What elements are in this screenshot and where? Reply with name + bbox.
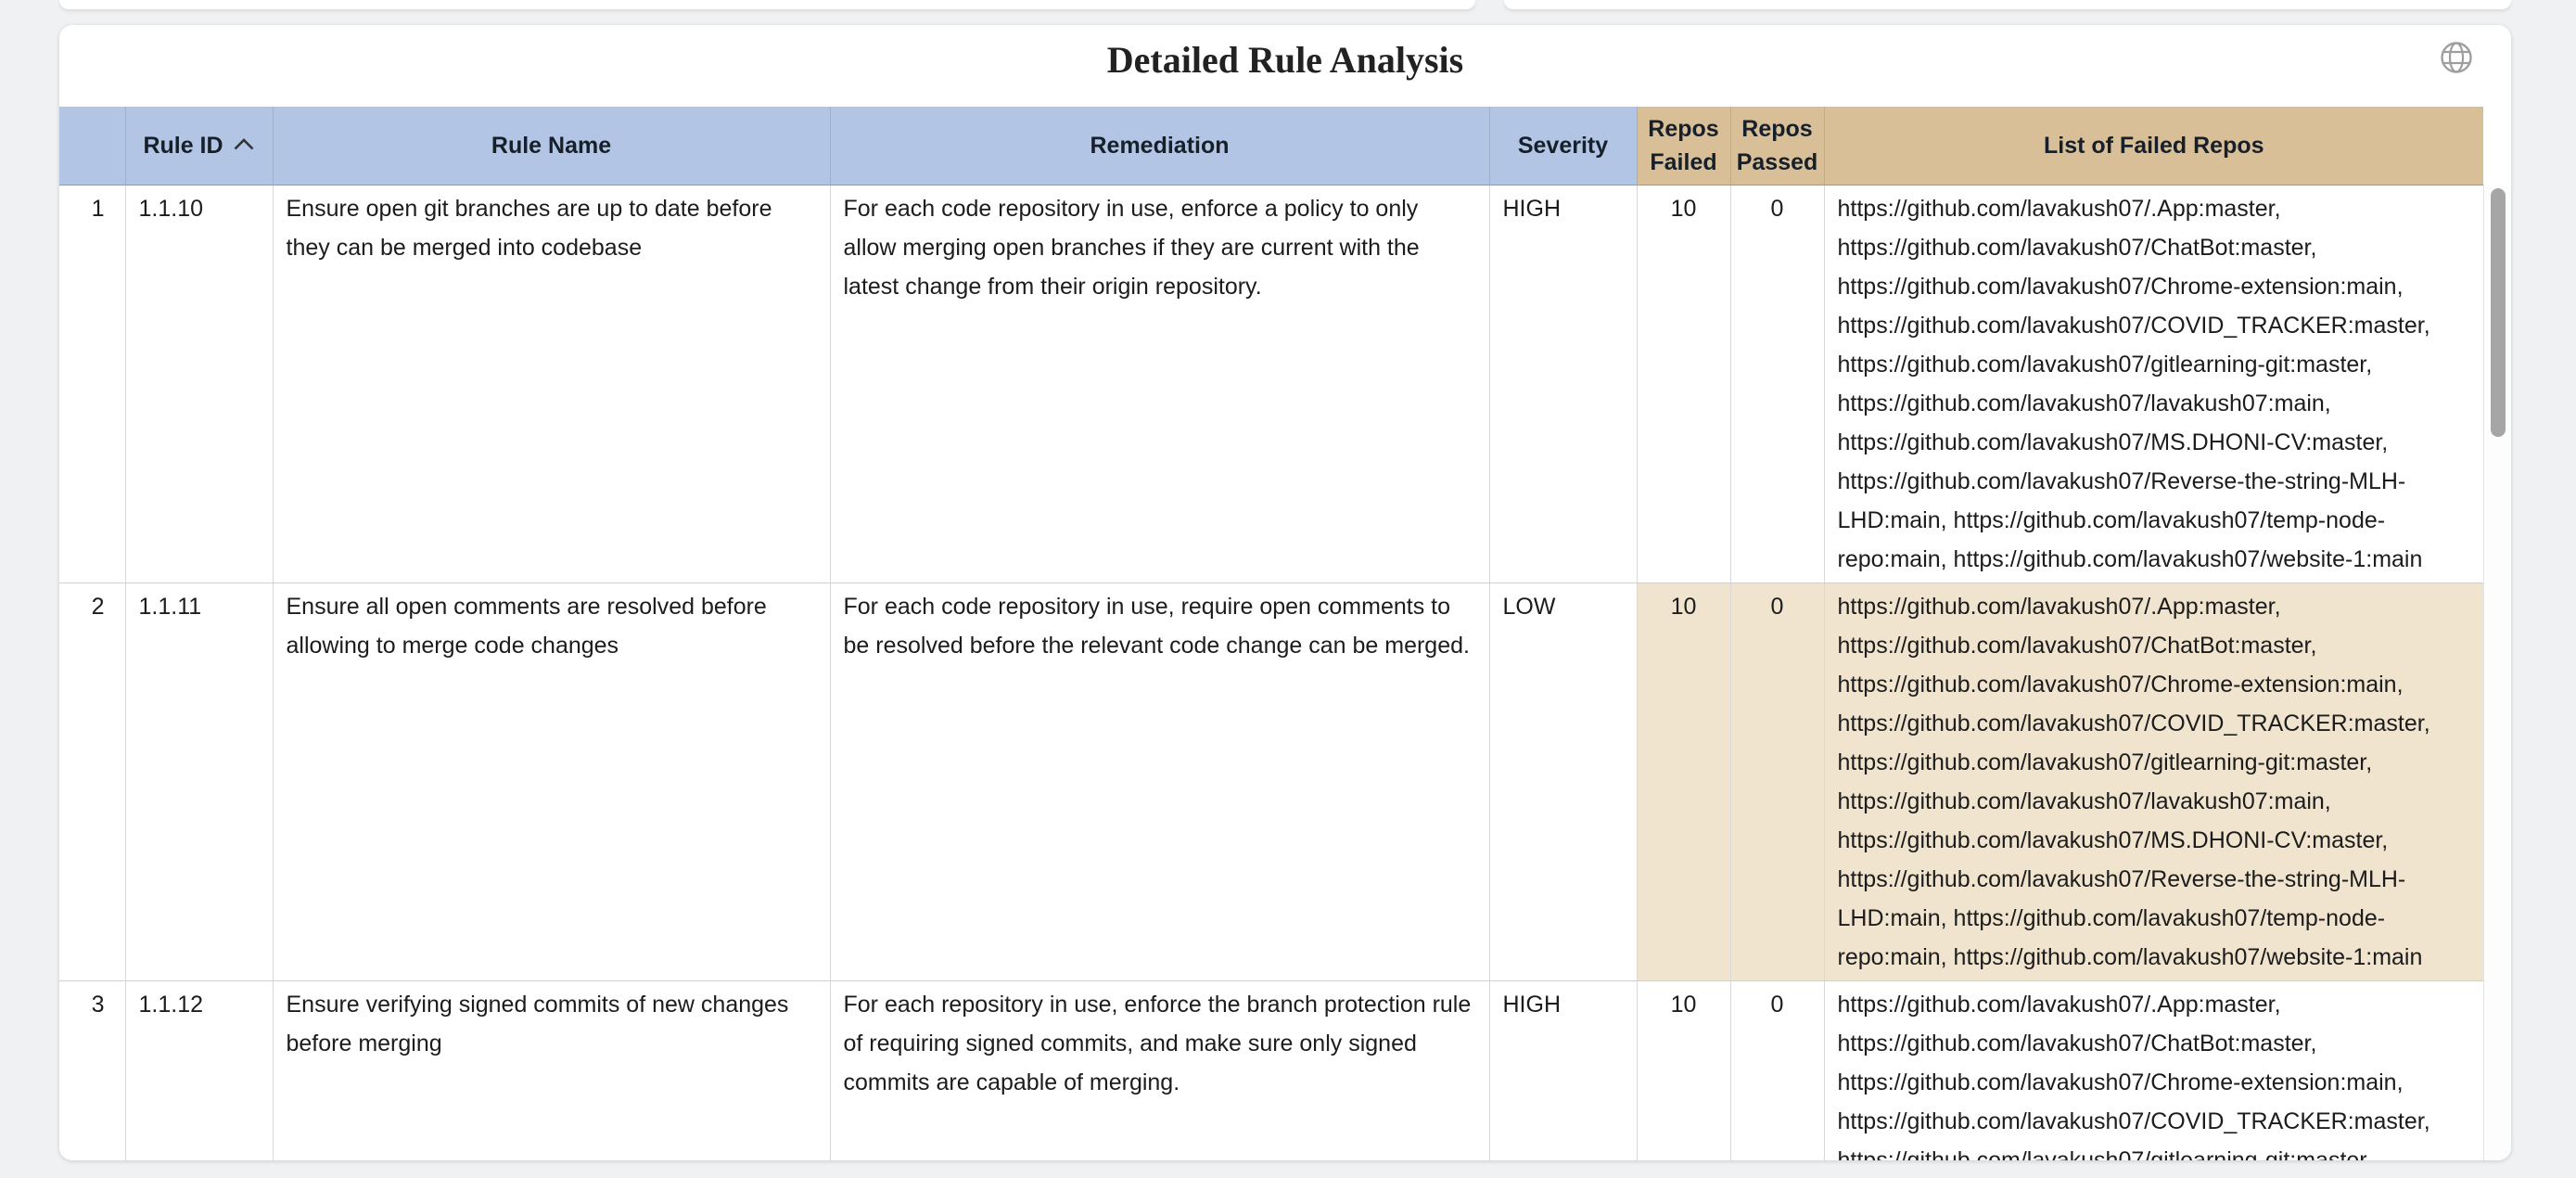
cell-repos-failed: 10 xyxy=(1637,583,1730,980)
globe-icon[interactable] xyxy=(2439,40,2474,75)
cell-repos-failed: 10 xyxy=(1637,185,1730,583)
cell-repos-passed: 0 xyxy=(1730,980,1824,1160)
top-card-left xyxy=(59,0,1475,9)
cell-rule-id: 1.1.12 xyxy=(125,980,273,1160)
column-header-row-num xyxy=(59,107,125,185)
column-header-repos-failed[interactable]: Repos Failed xyxy=(1637,107,1730,185)
cell-remediation: For each code repository in use, require… xyxy=(830,583,1489,980)
cell-rule-name: Ensure open git branches are up to date … xyxy=(273,185,830,583)
column-header-repos-passed[interactable]: Repos Passed xyxy=(1730,107,1824,185)
cell-repos-passed: 0 xyxy=(1730,583,1824,980)
cell-rule-name: Ensure all open comments are resolved be… xyxy=(273,583,830,980)
page-title: Detailed Rule Analysis xyxy=(59,25,2511,82)
cell-row-num: 3 xyxy=(59,980,125,1160)
cell-severity: HIGH xyxy=(1489,185,1637,583)
column-header-rule-id[interactable]: Rule ID xyxy=(125,107,273,185)
table-row: 2 1.1.11 Ensure all open comments are re… xyxy=(59,583,2483,980)
column-header-remediation[interactable]: Remediation xyxy=(830,107,1489,185)
cell-remediation: For each code repository in use, enforce… xyxy=(830,185,1489,583)
column-header-rule-name[interactable]: Rule Name xyxy=(273,107,830,185)
rule-analysis-card: Detailed Rule Analysis Rule ID xyxy=(59,25,2511,1160)
cell-failed-repos-list: https://github.com/lavakush07/.App:maste… xyxy=(1824,185,2483,583)
data-table: Rule ID Rule Name Remediation Severity R… xyxy=(59,107,2484,1160)
table-header-row: Rule ID Rule Name Remediation Severity R… xyxy=(59,107,2483,185)
cell-row-num: 2 xyxy=(59,583,125,980)
table-scrollbar[interactable] xyxy=(2483,185,2511,1160)
cell-severity: HIGH xyxy=(1489,980,1637,1160)
cell-row-num: 1 xyxy=(59,185,125,583)
cell-rule-name: Ensure verifying signed commits of new c… xyxy=(273,980,830,1160)
page: Detailed Rule Analysis Rule ID xyxy=(0,0,2576,1178)
column-header-severity[interactable]: Severity xyxy=(1489,107,1637,185)
scrollbar-thumb[interactable] xyxy=(2491,188,2506,437)
card-header: Detailed Rule Analysis xyxy=(59,25,2511,107)
column-header-failed-repos-list[interactable]: List of Failed Repos xyxy=(1824,107,2483,185)
top-card-right xyxy=(1504,0,2511,9)
cell-rule-id: 1.1.10 xyxy=(125,185,273,583)
sort-ascending-icon xyxy=(233,137,255,151)
cell-severity: LOW xyxy=(1489,583,1637,980)
cell-remediation: For each repository in use, enforce the … xyxy=(830,980,1489,1160)
column-header-label: Rule ID xyxy=(143,133,223,159)
table-row: 1 1.1.10 Ensure open git branches are up… xyxy=(59,185,2483,583)
cell-failed-repos-list: https://github.com/lavakush07/.App:maste… xyxy=(1824,980,2483,1160)
cell-rule-id: 1.1.11 xyxy=(125,583,273,980)
table-row: 3 1.1.12 Ensure verifying signed commits… xyxy=(59,980,2483,1160)
cell-failed-repos-list: https://github.com/lavakush07/.App:maste… xyxy=(1824,583,2483,980)
cell-repos-failed: 10 xyxy=(1637,980,1730,1160)
cell-repos-passed: 0 xyxy=(1730,185,1824,583)
